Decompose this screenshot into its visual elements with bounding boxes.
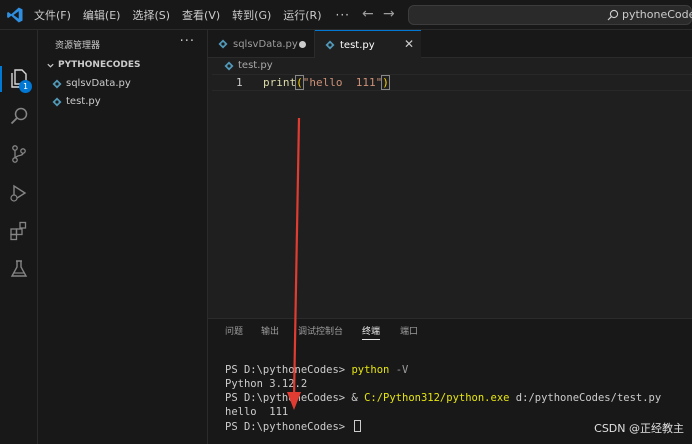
file-item-sqlsvdata[interactable]: sqlsvData.py [52,78,131,89]
panel-tab-problems[interactable]: 问题 [225,324,243,337]
breadcrumb-file: test.py [238,60,273,71]
menu-run[interactable]: 运行(R) [283,7,321,23]
terminal-cursor [354,420,362,432]
vscode-logo-icon[interactable] [6,6,24,24]
terminal-prompt: PS D:\pythoneCodes> [225,421,352,433]
testing-icon[interactable] [9,259,29,279]
panel-tab-debug-console[interactable]: 调试控制台 [298,324,343,337]
chevron-down-icon [47,63,54,68]
code-line[interactable]: 1 print("hello 111") [212,74,692,91]
file-item-test[interactable]: test.py [52,96,101,107]
tab-sqlsvdata[interactable]: sqlsvData.py [208,30,315,58]
sidebar-more-button[interactable]: ··· [180,34,195,49]
python-file-icon [325,40,335,50]
menu-edit[interactable]: 编辑(E) [83,7,121,23]
tab-test[interactable]: test.py ✕ [315,30,421,59]
menu-bar: 文件(F) 编辑(E) 选择(S) 查看(V) 转到(G) 运行(R) ··· [34,0,362,30]
code-open-paren: ( [295,75,304,90]
terminal-command: C:/Python312/python.exe [364,392,510,404]
editor-tab-bar: sqlsvData.py test.py ✕ [208,30,692,59]
active-indicator [0,66,2,92]
terminal-line: hello 111 [225,406,289,418]
search-icon[interactable] [9,106,29,126]
python-file-icon [52,97,62,106]
file-label: test.py [66,96,101,107]
terminal-argument: -V [389,364,409,376]
source-control-icon[interactable] [9,144,29,164]
tab-label: test.py [340,39,375,51]
terminal-line: Python 3.12.2 [225,378,308,390]
python-file-icon [224,61,234,70]
terminal-prompt: PS D:\pythoneCodes> & [225,392,365,404]
terminal-line: PS D:\pythoneCodes> & C:/Python312/pytho… [225,392,661,404]
activity-bar: 1 [0,30,38,444]
search-text: pythoneCodes [622,8,692,21]
menu-go[interactable]: 转到(G) [232,7,271,23]
back-arrow-icon[interactable]: ← [362,6,374,22]
python-file-icon [52,79,62,88]
close-icon[interactable]: ✕ [404,37,414,51]
title-bar: 文件(F) 编辑(E) 选择(S) 查看(V) 转到(G) 运行(R) ··· … [0,0,692,30]
menu-more-button[interactable]: ··· [336,8,350,22]
menu-selection[interactable]: 选择(S) [132,7,170,23]
line-number: 1 [236,76,243,89]
forward-arrow-icon[interactable]: → [383,6,395,22]
run-debug-icon[interactable] [9,183,29,203]
explorer-sidebar: 资源管理器 ··· PYTHONECODES sqlsvData.py test… [38,30,208,444]
folder-pythonecodes[interactable]: PYTHONECODES [46,60,140,70]
search-icon [607,9,619,21]
code-function: print [263,76,297,89]
code-text[interactable]: print("hello 111") [263,75,390,90]
tab-label: sqlsvData.py [233,38,298,50]
menu-view[interactable]: 查看(V) [182,7,220,23]
explorer-badge: 1 [19,80,32,93]
code-string: "hello 111" [302,76,383,89]
menu-file[interactable]: 文件(F) [34,7,71,23]
python-file-icon [218,39,228,49]
panel-tab-terminal[interactable]: 终端 [362,324,381,340]
sidebar-title: 资源管理器 [55,41,101,51]
unsaved-dot-icon[interactable] [299,41,306,48]
extensions-icon[interactable] [9,221,29,241]
code-close-paren: ) [381,75,390,90]
panel-tab-ports[interactable]: 端口 [400,324,418,337]
terminal-line: PS D:\pythoneCodes> python -V [225,364,408,376]
folder-label: PYTHONECODES [58,60,141,70]
terminal-input-line[interactable]: PS D:\pythoneCodes> [225,420,362,433]
terminal-argument: d:/pythoneCodes/test.py [509,392,662,404]
panel-tab-output[interactable]: 输出 [261,324,279,337]
terminal-command: python [351,364,390,376]
terminal-prompt: PS D:\pythoneCodes> [225,364,352,376]
watermark: CSDN @正经教主 [594,422,684,435]
file-label: sqlsvData.py [66,78,131,89]
breadcrumb[interactable]: test.py [224,60,273,71]
command-center-search[interactable]: pythoneCodes [408,5,692,25]
